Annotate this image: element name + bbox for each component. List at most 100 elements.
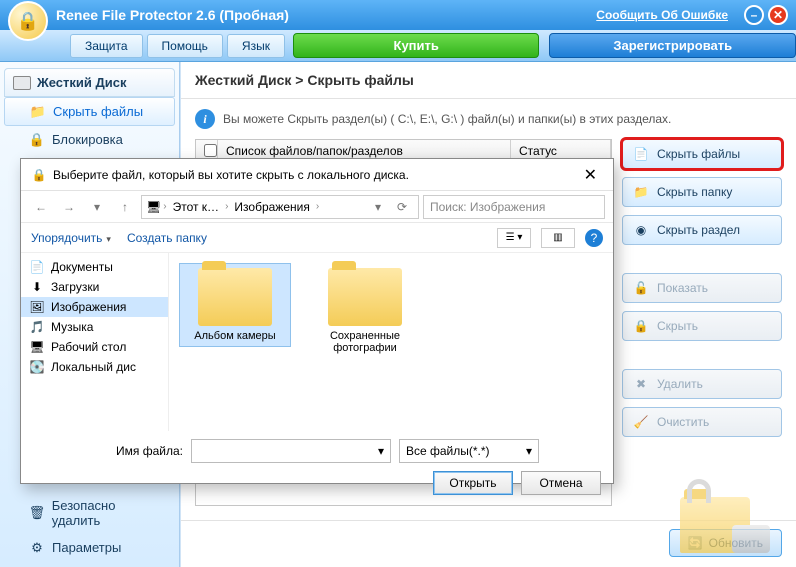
filename-label: Имя файла:: [33, 444, 183, 458]
tree-label: Загрузки: [51, 280, 99, 294]
file-tile-saved-pictures[interactable]: Сохраненные фотографии: [309, 263, 421, 359]
tree-desktop[interactable]: 🖥 Рабочий стол: [21, 337, 168, 357]
disk-icon: 💽: [29, 360, 45, 374]
open-button[interactable]: Открыть: [433, 471, 513, 495]
search-placeholder: Поиск: Изображения: [430, 200, 545, 214]
folder-icon: 📁: [29, 105, 47, 119]
documents-icon: 📄: [29, 260, 45, 274]
register-button[interactable]: Зарегистрировать: [549, 33, 796, 58]
tree-music[interactable]: 🎵Музыка: [21, 317, 168, 337]
menubar: Защита Помощь Язык Купить Зарегистрирова…: [0, 30, 796, 62]
info-icon: i: [195, 109, 215, 129]
nav-forward-button[interactable]: →: [57, 195, 81, 219]
dialog-nav: ← → ▾ ↑ 🖥 › Этот к… › Изображения › ▾ ⟳ …: [21, 191, 613, 223]
chevron-down-icon: ▾: [526, 444, 532, 458]
nav-history-button[interactable]: ▾: [85, 195, 109, 219]
lock-icon: 🔒: [633, 319, 649, 333]
filename-input[interactable]: ▾: [191, 439, 391, 463]
desktop-icon: 🖥: [29, 340, 45, 354]
tree-local-disk[interactable]: 💽 Локальный дис: [21, 357, 168, 377]
nav-back-button[interactable]: ←: [29, 195, 53, 219]
help-button[interactable]: ?: [585, 229, 603, 247]
sidebar-item-hide-files[interactable]: 📁 Скрыть файлы: [4, 97, 175, 126]
lock-icon: 🔒: [28, 133, 46, 147]
breadcrumb-sep: >: [291, 72, 307, 88]
titlebar: 🔒 Renee File Protector 2.6 (Пробная) Соо…: [0, 0, 796, 30]
hint-row: i Вы можете Скрыть раздел(ы) ( C:\, E:\,…: [181, 99, 796, 139]
dialog-titlebar: 🔒 Выберите файл, который вы хотите скрыт…: [21, 159, 613, 191]
new-folder-button[interactable]: Создать папку: [127, 231, 207, 245]
delete-button: ✖Удалить: [622, 369, 782, 399]
gear-icon: ⚙: [28, 541, 46, 555]
chevron-down-icon: ▾: [378, 444, 384, 458]
buy-button[interactable]: Купить: [293, 33, 540, 58]
unlock-icon: 🔓: [633, 281, 649, 295]
breadcrumb: Жесткий Диск > Скрыть файлы: [181, 62, 796, 99]
btn-label: Скрыть раздел: [657, 223, 740, 237]
view-mode-button[interactable]: ☰ ▾: [497, 228, 531, 248]
search-input[interactable]: Поиск: Изображения: [423, 195, 605, 219]
btn-label: Скрыть папку: [657, 185, 732, 199]
nav-up-button[interactable]: ↑: [113, 195, 137, 219]
app-title: Renee File Protector 2.6 (Пробная): [56, 7, 596, 23]
dialog-toolbar: Упорядочить Создать папку ☰ ▾ ▥ ?: [21, 223, 613, 253]
tree-documents[interactable]: 📄 Документы: [21, 257, 168, 277]
path-folder[interactable]: Изображения: [230, 200, 313, 214]
path-root[interactable]: Этот к…: [169, 200, 223, 214]
menu-language[interactable]: Язык: [227, 34, 285, 58]
tree-downloads[interactable]: ⬇Загрузки: [21, 277, 168, 297]
clear-button: 🧹Очистить: [622, 407, 782, 437]
filetype-filter[interactable]: Все файлы(*.*)▾: [399, 439, 539, 463]
file-tile-camera-roll[interactable]: Альбом камеры: [179, 263, 291, 347]
hide-button: 🔒Скрыть: [622, 311, 782, 341]
chevron-right-icon: ›: [225, 201, 228, 212]
file-label: Сохраненные фотографии: [314, 330, 416, 354]
btn-label: Очистить: [657, 415, 709, 429]
menu-help[interactable]: Помощь: [147, 34, 223, 58]
disc-icon: ◉: [633, 223, 649, 237]
organize-menu[interactable]: Упорядочить: [31, 231, 111, 245]
hide-files-button[interactable]: 📄 Скрыть файлы: [622, 139, 782, 169]
lock-icon: 🔒: [31, 167, 47, 183]
sidebar-group-label: Жесткий Диск: [37, 75, 127, 90]
delete-icon: ✖: [633, 377, 649, 391]
pictures-icon: 🖼: [29, 300, 45, 314]
hdd-icon: [13, 76, 31, 90]
cancel-button[interactable]: Отмена: [521, 471, 601, 495]
btn-label: Скрыть файлы: [657, 147, 740, 161]
tree-pictures[interactable]: 🖼Изображения: [21, 297, 168, 317]
sidebar-item-label: Скрыть файлы: [53, 104, 143, 119]
minimize-button[interactable]: –: [744, 5, 764, 25]
file-label: Альбом камеры: [184, 330, 286, 342]
hide-partition-button[interactable]: ◉ Скрыть раздел: [622, 215, 782, 245]
file-open-dialog: 🔒 Выберите файл, который вы хотите скрыт…: [20, 158, 614, 484]
select-all-checkbox[interactable]: [204, 144, 217, 157]
preview-pane-button[interactable]: ▥: [541, 228, 575, 248]
breadcrumb-leaf: Скрыть файлы: [307, 72, 413, 88]
sidebar-item-settings[interactable]: ⚙ Параметры: [4, 534, 176, 561]
folder-icon: [328, 268, 402, 326]
tree-label: Документы: [51, 260, 113, 274]
path-refresh-button[interactable]: ⟳: [390, 195, 414, 219]
path-bar[interactable]: 🖥 › Этот к… › Изображения › ▾ ⟳: [141, 195, 419, 219]
sidebar-group-hdd[interactable]: Жесткий Диск: [4, 68, 175, 97]
report-bug-link[interactable]: Сообщить Об Ошибке: [596, 8, 728, 22]
menu-protect[interactable]: Защита: [70, 34, 143, 58]
breadcrumb-root: Жесткий Диск: [195, 72, 291, 88]
action-column: 📄 Скрыть файлы 📁Скрыть папку ◉ Скрыть разд…: [622, 139, 782, 506]
chevron-right-icon: ›: [316, 201, 319, 212]
decorative-art: [680, 497, 778, 553]
path-dropdown-button[interactable]: ▾: [366, 195, 390, 219]
dialog-close-button[interactable]: ✕: [578, 165, 603, 185]
btn-label: Отмена: [539, 476, 582, 490]
tree-label: Рабочий стол: [51, 340, 126, 354]
chevron-right-icon: ›: [163, 201, 166, 212]
show-button: 🔓 Показать: [622, 273, 782, 303]
sidebar-item-lock[interactable]: 🔒 Блокировка: [4, 126, 175, 153]
close-button[interactable]: ✕: [768, 5, 788, 25]
hide-folder-button[interactable]: 📁Скрыть папку: [622, 177, 782, 207]
trash-icon: 🗑: [28, 506, 46, 520]
file-icon: 📄: [633, 147, 649, 161]
tree-label: Локальный дис: [51, 360, 136, 374]
btn-label: Показать: [657, 281, 708, 295]
